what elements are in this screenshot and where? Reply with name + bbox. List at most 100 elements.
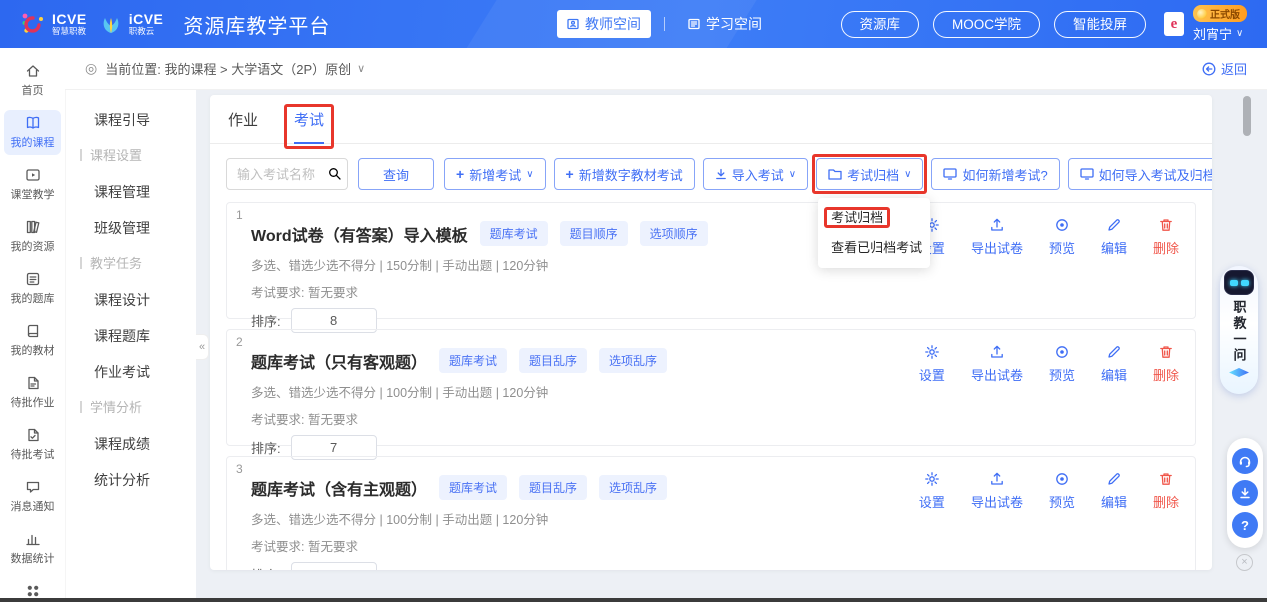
export-paper-button[interactable]: 导出试卷 (971, 217, 1023, 257)
help-button[interactable]: ? (1232, 512, 1258, 538)
toolbar-how-to-create-button[interactable]: 如何新增考试? (931, 158, 1059, 190)
pencil-icon (1106, 344, 1122, 360)
preview-button[interactable]: 预览 (1049, 217, 1075, 257)
exam-index: 2 (236, 335, 243, 349)
top-header: ICVE 智慧职教 iCVE 职教云 资源库教学平台 教师空间 (0, 0, 1267, 48)
edit-button[interactable]: 编辑 (1101, 217, 1127, 257)
sidebar-item-messages[interactable]: 消息通知 (4, 474, 61, 519)
brand-doc-icon[interactable]: e (1164, 12, 1184, 36)
dropdown-item-archive[interactable]: 考试归档 (818, 203, 930, 233)
settings-button[interactable]: 设置 (919, 471, 945, 511)
logo-icve-zhijiaoyun: iCVE 职教云 (99, 12, 164, 36)
toolbar-how-to-import-button[interactable]: 如何导入考试及归档? (1068, 158, 1212, 190)
sidebar-item-pending-homework[interactable]: 待批作业 (4, 370, 61, 415)
sidebar-item-my-textbooks[interactable]: 我的教材 (4, 318, 61, 363)
chevron-down-icon: ∨ (789, 169, 796, 180)
archive-dropdown: 考试归档 查看已归档考试 (818, 198, 930, 268)
delete-button[interactable]: 删除 (1153, 217, 1179, 257)
toolbar-new-exam-button[interactable]: + 新增考试 ∨ (444, 158, 546, 190)
delete-button[interactable]: 删除 (1153, 344, 1179, 384)
exam-meta: 多选、错选少选不得分 | 100分制 | 手动出题 | 120分钟 (251, 509, 1179, 528)
export-paper-button[interactable]: 导出试卷 (971, 344, 1023, 384)
icve-shell-icon (99, 12, 123, 36)
edit-button[interactable]: 编辑 (1101, 471, 1127, 511)
sidebar-item-my-resources[interactable]: 我的资源 (4, 214, 61, 259)
link-resource-library[interactable]: 资源库 (841, 11, 920, 38)
link-smart-casting[interactable]: 智能投屏 (1054, 11, 1146, 38)
delete-button[interactable]: 删除 (1153, 471, 1179, 511)
sidebar-item-data-statistics[interactable]: 数据统计 (4, 526, 61, 571)
exam-list: 1 Word试卷（有答案）导入模板 题库考试 题目顺序 选项顺序 多选、错选少选… (226, 202, 1196, 570)
medal-icon (1197, 9, 1207, 19)
sidebar-item-pending-exams[interactable]: 待批考试 (4, 422, 61, 467)
menu-item[interactable]: 统计分析 (66, 462, 196, 498)
sidebar-item-my-question-bank[interactable]: 我的题库 (4, 266, 61, 311)
settings-button[interactable]: 设置 (919, 344, 945, 384)
edit-button[interactable]: 编辑 (1101, 344, 1127, 384)
trash-icon (1158, 344, 1174, 360)
exam-card: 3 题库考试（含有主观题） 题库考试 题目乱序 选项乱序 多选、错选少选不得分 … (226, 456, 1196, 570)
assistant-widget[interactable]: 职教一问 (1220, 266, 1258, 394)
menu-item[interactable]: 课程设置 (66, 138, 196, 174)
menu-item[interactable]: 学情分析 (66, 390, 196, 426)
bar-chart-icon (25, 531, 41, 547)
download-button[interactable] (1232, 480, 1258, 506)
content-panel: 作业 考试 查询 + 新增考试 ∨ + 新增数字教材考试 (210, 95, 1212, 570)
menu-item[interactable]: 课程成绩 (66, 426, 196, 462)
window-bottom-edge (0, 598, 1267, 602)
close-icon: × (1241, 556, 1247, 568)
menu-item[interactable]: 作业考试 (66, 354, 196, 390)
exam-meta: 多选、错选少选不得分 | 100分制 | 手动出题 | 120分钟 (251, 382, 1179, 401)
menu-collapse-handle[interactable]: « (196, 334, 209, 360)
gear-icon (924, 344, 940, 360)
secondary-menu: 课程引导 课程设置 课程管理 班级管理 教学任务 课程设计 课程题库 作业考试 … (65, 90, 196, 598)
teacher-space-tab[interactable]: 教师空间 (557, 10, 651, 38)
menu-item[interactable]: 课程题库 (66, 318, 196, 354)
toolbar-archive-button[interactable]: 考试归档 ∨ (816, 158, 923, 190)
logo-text-secondary: iCVE (129, 12, 164, 27)
export-icon (989, 471, 1005, 487)
sort-label: 排序: (251, 565, 281, 570)
chevron-down-icon: ∨ (526, 169, 533, 180)
user-area: e 正式版 刘宵宁 ∨ (1164, 5, 1247, 43)
page: ICVE 智慧职教 iCVE 职教云 资源库教学平台 教师空间 (0, 0, 1267, 602)
dropdown-item-view-archived[interactable]: 查看已归档考试 (818, 233, 930, 263)
preview-button[interactable]: 预览 (1049, 471, 1075, 511)
learning-space-tab[interactable]: 学习空间 (678, 10, 772, 38)
plus-icon: + (456, 166, 464, 182)
exam-tag: 选项乱序 (599, 348, 667, 373)
import-icon (715, 168, 727, 180)
toolbar-import-exam-button[interactable]: 导入考试 ∨ (703, 158, 808, 190)
menu-item[interactable]: 课程引导 (66, 102, 196, 138)
breadcrumb-caret-icon[interactable]: ∨ (357, 62, 365, 75)
sidebar-item-home[interactable]: 首页 (4, 58, 61, 103)
chevron-down-icon: ∨ (904, 169, 911, 180)
assistant-decoration (1229, 368, 1249, 377)
back-label: 返回 (1221, 59, 1247, 78)
eye-icon (1054, 471, 1070, 487)
query-button[interactable]: 查询 (358, 158, 434, 190)
menu-item[interactable]: 课程设计 (66, 282, 196, 318)
tab-exam[interactable]: 考试 (294, 109, 324, 144)
menu-item[interactable]: 班级管理 (66, 210, 196, 246)
link-mooc-academy[interactable]: MOOC学院 (933, 11, 1040, 38)
exam-card: 2 题库考试（只有客观题） 题库考试 题目乱序 选项乱序 多选、错选少选不得分 … (226, 329, 1196, 446)
close-widgets-button[interactable]: × (1236, 554, 1253, 571)
username: 刘宵宁 (1193, 24, 1232, 43)
user-menu[interactable]: 正式版 刘宵宁 ∨ (1193, 5, 1247, 43)
exam-tag: 选项顺序 (640, 221, 708, 246)
menu-item[interactable]: 课程管理 (66, 174, 196, 210)
export-paper-button[interactable]: 导出试卷 (971, 471, 1023, 511)
preview-button[interactable]: 预览 (1049, 344, 1075, 384)
tab-homework[interactable]: 作业 (228, 109, 258, 143)
back-button[interactable]: 返回 (1202, 59, 1247, 78)
sidebar-item-classroom-teaching[interactable]: 课堂教学 (4, 162, 61, 207)
customer-service-button[interactable] (1232, 448, 1258, 474)
toolbar-new-digital-textbook-exam-button[interactable]: + 新增数字教材考试 (554, 158, 695, 190)
sidebar-item-my-courses[interactable]: 我的课程 (4, 110, 61, 155)
question-bank-icon (25, 271, 41, 287)
scrollbar-thumb[interactable] (1243, 96, 1251, 136)
trash-icon (1158, 471, 1174, 487)
sort-order-input[interactable] (291, 562, 377, 570)
menu-item[interactable]: 教学任务 (66, 246, 196, 282)
